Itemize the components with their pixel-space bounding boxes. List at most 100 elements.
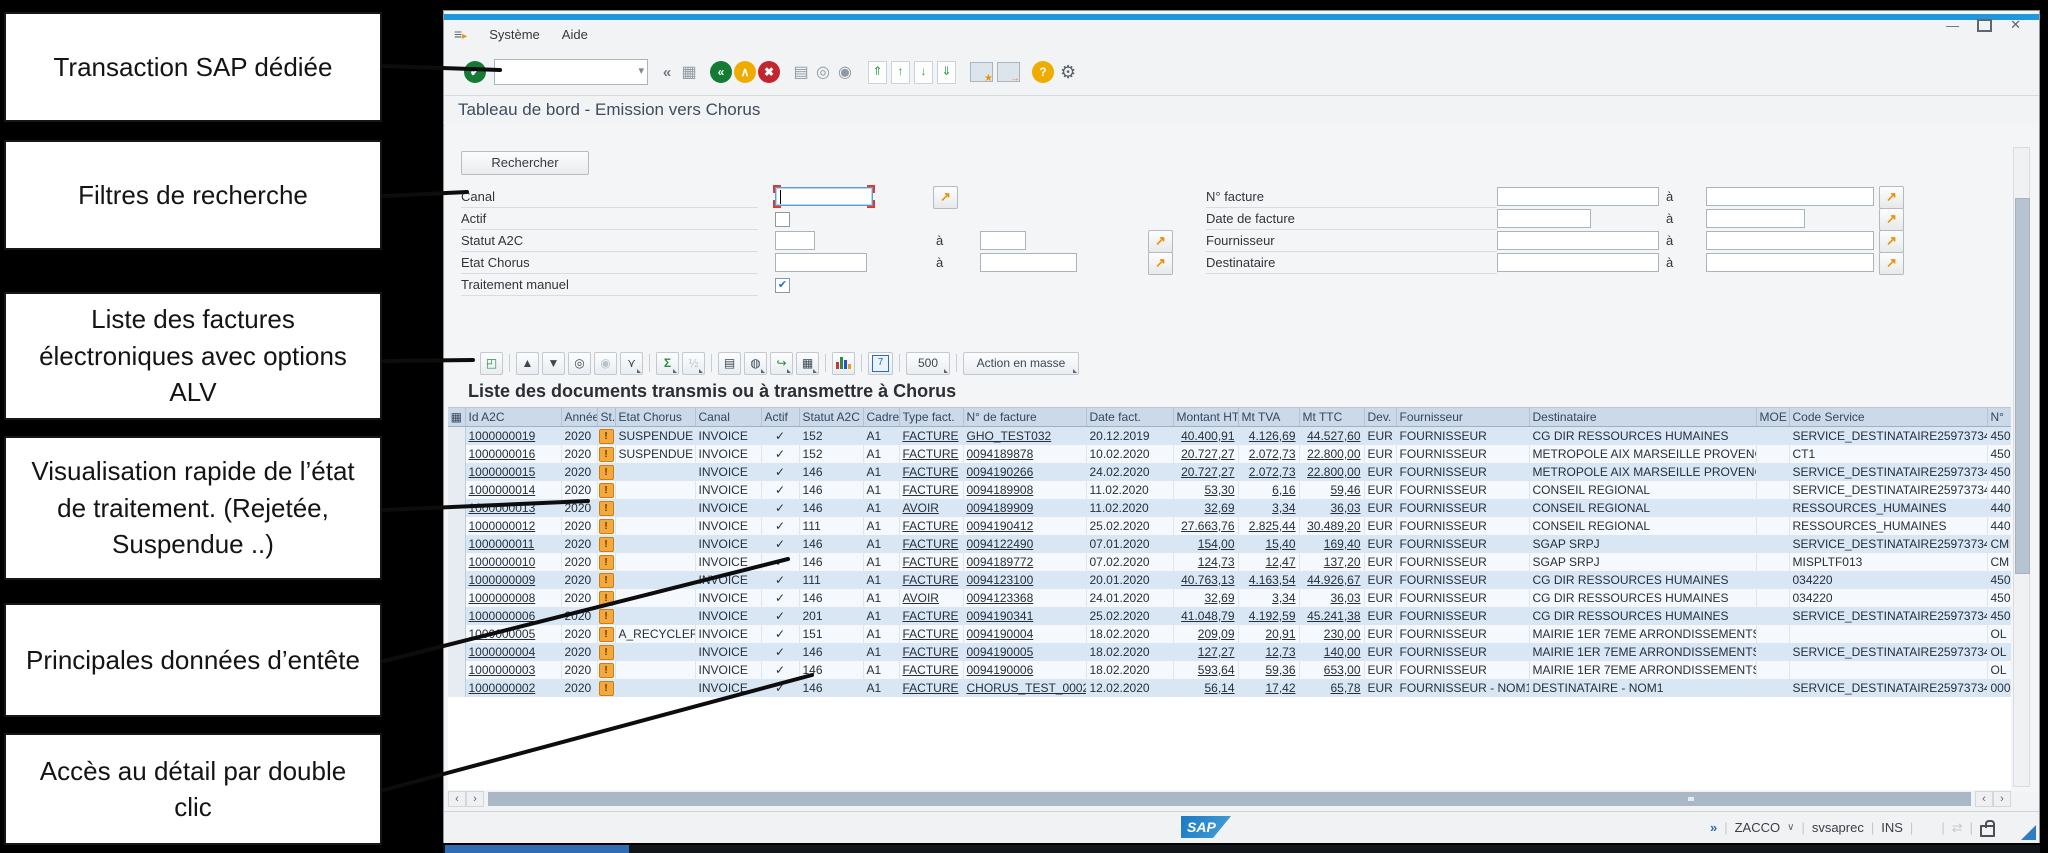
cell-mt-ttc[interactable]: 36,03	[1299, 499, 1364, 517]
destinataire-from-input[interactable]	[1497, 253, 1659, 272]
back-icon[interactable]: «	[710, 61, 732, 83]
cell-montant-ht[interactable]: 127,27	[1173, 643, 1238, 661]
column-header[interactable]: Cadre	[863, 408, 899, 427]
exit-icon[interactable]: ∧	[734, 61, 756, 83]
cell-mt-tva[interactable]: 12,47	[1238, 553, 1299, 571]
cell-mt-ttc[interactable]: 36,03	[1299, 589, 1364, 607]
row-selector[interactable]	[448, 625, 465, 643]
table-row[interactable]: 1000000010 2020 ! INVOICE ✓ 146 A1 FACTU…	[448, 553, 2011, 571]
actif-checkbox[interactable]	[775, 212, 790, 227]
cell-no-facture[interactable]: 0094189772	[963, 553, 1086, 571]
cell-montant-ht[interactable]: 20.727,27	[1173, 463, 1238, 481]
row-selector[interactable]	[448, 553, 465, 571]
date-facture-multiselect-button[interactable]: ↗	[1879, 208, 1904, 231]
row-selector[interactable]	[448, 499, 465, 517]
cell-no-facture[interactable]: CHORUS_TEST_0002	[963, 679, 1086, 697]
resize-grip[interactable]	[2021, 825, 2036, 840]
traitement-manuel-checkbox[interactable]: ✔	[775, 278, 790, 293]
help-icon[interactable]: ?	[1032, 61, 1054, 83]
cell-mt-tva[interactable]: 2.072,73	[1238, 445, 1299, 463]
hscroll-left-icon[interactable]: ‹	[1975, 791, 1993, 807]
date-facture-to-input[interactable]	[1706, 209, 1805, 228]
column-header[interactable]: Id A2C	[465, 408, 561, 427]
cell-montant-ht[interactable]: 32,69	[1173, 589, 1238, 607]
cell-type-fact[interactable]: FACTURE	[899, 625, 963, 643]
system-id[interactable]: ZACCO	[1735, 820, 1781, 835]
table-row[interactable]: 1000000009 2020 ! INVOICE ✓ 111 A1 FACTU…	[448, 571, 2011, 589]
cell-montant-ht[interactable]: 27.663,76	[1173, 517, 1238, 535]
cell-mt-tva[interactable]: 3,34	[1238, 589, 1299, 607]
select-all-icon[interactable]: ▦	[448, 408, 465, 427]
column-header[interactable]: Mt TVA	[1238, 408, 1299, 427]
etat-chorus-to-input[interactable]	[980, 253, 1077, 272]
cell-mt-ttc[interactable]: 44.527,60	[1299, 427, 1364, 446]
chevron-down-icon[interactable]: ∨	[1787, 822, 1794, 833]
cell-no-facture[interactable]: 0094190266	[963, 463, 1086, 481]
column-header[interactable]: Code Service	[1789, 408, 1987, 427]
cell-id-a2c[interactable]: 1000000009	[465, 571, 561, 589]
enter-icon[interactable]: ✔	[464, 61, 486, 83]
table-row[interactable]: 1000000012 2020 ! INVOICE ✓ 111 A1 FACTU…	[448, 517, 2011, 535]
cell-montant-ht[interactable]: 53,30	[1173, 481, 1238, 499]
cell-mt-ttc[interactable]: 30.489,20	[1299, 517, 1364, 535]
cell-id-a2c[interactable]: 1000000013	[465, 499, 561, 517]
cell-type-fact[interactable]: FACTURE	[899, 535, 963, 553]
cancel-icon[interactable]: ✖	[758, 61, 780, 83]
cell-mt-ttc[interactable]: 169,40	[1299, 535, 1364, 553]
row-selector[interactable]	[448, 445, 465, 463]
cell-type-fact[interactable]: FACTURE	[899, 553, 963, 571]
table-row[interactable]: 1000000003 2020 ! INVOICE ✓ 146 A1 FACTU…	[448, 661, 2011, 679]
cell-mt-tva[interactable]: 2.825,44	[1238, 517, 1299, 535]
cell-id-a2c[interactable]: 1000000016	[465, 445, 561, 463]
details-icon[interactable]: ◰	[480, 352, 503, 375]
cell-mt-ttc[interactable]: 22.800,00	[1299, 445, 1364, 463]
cell-mt-tva[interactable]: 59,36	[1238, 661, 1299, 679]
cell-type-fact[interactable]: AVOIR	[899, 499, 963, 517]
row-selector[interactable]	[448, 463, 465, 481]
menu-systeme[interactable]: Système	[489, 27, 540, 42]
cell-mt-tva[interactable]: 6,16	[1238, 481, 1299, 499]
cell-montant-ht[interactable]: 20.727,27	[1173, 445, 1238, 463]
find-icon[interactable]: ◎	[568, 352, 591, 375]
row-selector[interactable]	[448, 535, 465, 553]
table-row[interactable]: 1000000016 2020 ! SUSPENDUE INVOICE ✓ 15…	[448, 445, 2011, 463]
column-header[interactable]: Etat Chorus	[615, 408, 695, 427]
no-facture-from-input[interactable]	[1497, 187, 1659, 206]
cell-no-facture[interactable]: 0094190341	[963, 607, 1086, 625]
column-header[interactable]: Statut A2C	[799, 408, 863, 427]
cell-type-fact[interactable]: FACTURE	[899, 517, 963, 535]
filter-icon[interactable]: ⋎	[620, 352, 643, 375]
cell-id-a2c[interactable]: 1000000004	[465, 643, 561, 661]
insert-mode-indicator[interactable]: INS	[1881, 820, 1903, 835]
cell-type-fact[interactable]: AVOIR	[899, 589, 963, 607]
column-header[interactable]: Date fact.	[1086, 408, 1173, 427]
cell-montant-ht[interactable]: 124,73	[1173, 553, 1238, 571]
destinataire-to-input[interactable]	[1706, 253, 1874, 272]
collapse-icon[interactable]: «	[656, 64, 678, 81]
cell-mt-tva[interactable]: 4.163,54	[1238, 571, 1299, 589]
cell-type-fact[interactable]: FACTURE	[899, 445, 963, 463]
cell-mt-tva[interactable]: 12,73	[1238, 643, 1299, 661]
cell-no-facture[interactable]: 0094123100	[963, 571, 1086, 589]
create-shortcut-icon[interactable]: →	[997, 62, 1020, 82]
cell-id-a2c[interactable]: 1000000008	[465, 589, 561, 607]
canal-multiselect-button[interactable]: ↗	[933, 186, 958, 209]
horizontal-scrollbar[interactable]: ‹ › ‹ ›	[448, 791, 2011, 807]
print-icon[interactable]: ▤	[718, 352, 741, 375]
page-size-dropdown[interactable]: 500	[906, 352, 950, 375]
cell-type-fact[interactable]: FACTURE	[899, 661, 963, 679]
first-page-icon[interactable]: ⇑	[868, 61, 887, 84]
close-icon[interactable]: ✕	[2010, 17, 2021, 33]
maximize-icon[interactable]	[1977, 19, 1992, 32]
cell-mt-tva[interactable]: 4.192,59	[1238, 607, 1299, 625]
statut-a2c-from-input[interactable]	[775, 231, 815, 250]
cell-id-a2c[interactable]: 1000000005	[465, 625, 561, 643]
column-header[interactable]: N°	[1987, 408, 2011, 427]
row-selector[interactable]	[448, 661, 465, 679]
cell-type-fact[interactable]: FACTURE	[899, 463, 963, 481]
cell-no-facture[interactable]: GHO_TEST032	[963, 427, 1086, 446]
hscroll-right-icon[interactable]: ›	[466, 791, 484, 807]
cell-no-facture[interactable]: 0094190005	[963, 643, 1086, 661]
etat-chorus-from-input[interactable]	[775, 253, 867, 272]
no-facture-multiselect-button[interactable]: ↗	[1879, 186, 1904, 209]
